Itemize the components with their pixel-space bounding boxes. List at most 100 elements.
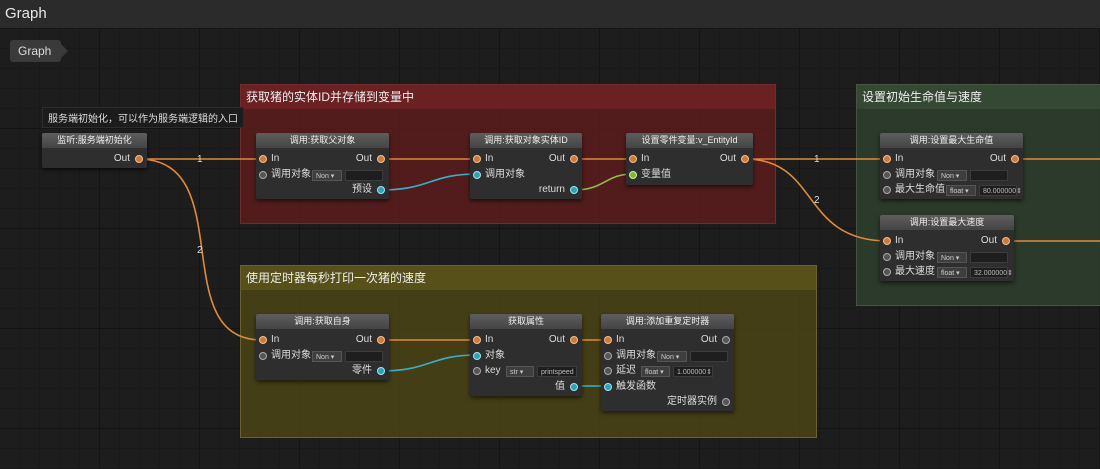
dropdown-value: float xyxy=(645,369,659,376)
data-wire xyxy=(380,173,478,191)
node-add-repeat-timer[interactable]: 调用:添加重复定时器 In Out 调用对象 Non ▾ 延迟 float ▾ … xyxy=(601,314,734,411)
exec-in-pin[interactable] xyxy=(604,336,612,344)
data-out-pin[interactable] xyxy=(377,186,385,194)
delay-field[interactable]: 1.000000⇕ xyxy=(673,366,713,377)
target-pin[interactable] xyxy=(883,253,891,261)
graph-canvas[interactable]: Graph 获取猪的实体ID并存储到变量中 使用定时器每秒打印一次猪的速度 设置… xyxy=(0,29,1100,469)
pin-label: return xyxy=(538,184,565,195)
window-titlebar: Graph xyxy=(0,0,1100,29)
delay-pin[interactable] xyxy=(604,367,612,375)
exec-out-pin[interactable] xyxy=(377,336,385,344)
exec-out-pin[interactable] xyxy=(1011,155,1019,163)
node-set-part-variable[interactable]: 设置零件变量:v_EntityId In Out 变量值 xyxy=(626,133,753,185)
pin-row: In Out xyxy=(626,152,753,166)
data-wire xyxy=(380,354,478,372)
target-dropdown[interactable]: Non ▾ xyxy=(937,252,967,263)
type-dropdown[interactable]: str ▾ xyxy=(506,366,534,377)
target-pin[interactable] xyxy=(883,171,891,179)
exec-out-pin[interactable] xyxy=(377,155,385,163)
pin-label: Out xyxy=(989,153,1006,164)
exec-in-pin[interactable] xyxy=(259,155,267,163)
node-get-entity-id[interactable]: 调用:获取对象实体ID In Out 调用对象 return xyxy=(470,133,582,199)
exec-in-pin[interactable] xyxy=(629,155,637,163)
pin-label: In xyxy=(895,153,904,164)
window-title: Graph xyxy=(5,5,47,22)
exec-out-pin[interactable] xyxy=(135,155,143,163)
target-field[interactable] xyxy=(345,170,383,181)
data-out-pin[interactable] xyxy=(722,398,730,406)
pin-label: Out xyxy=(355,153,372,164)
dropdown-value: Non xyxy=(316,354,329,361)
field-value: 32.000000 xyxy=(974,270,1008,277)
pin-label: Out xyxy=(980,235,997,246)
field-value: 80.000000 xyxy=(983,188,1017,195)
variable-value-pin[interactable] xyxy=(629,171,637,179)
pin-label: 调用对象 xyxy=(895,251,935,262)
exec-out-pin[interactable] xyxy=(722,336,730,344)
pin-row: In Out xyxy=(470,152,582,166)
key-field[interactable]: printspeed xyxy=(537,366,577,377)
node-set-max-speed[interactable]: 调用:设置最大速度 In Out 调用对象 Non ▾ 最大速度 float ▾… xyxy=(880,215,1014,281)
value-field[interactable]: 32.000000⇕ xyxy=(970,267,1013,278)
node-listen-server-init[interactable]: 监听:服务端初始化 Out xyxy=(42,133,147,168)
exec-in-pin[interactable] xyxy=(473,336,481,344)
node-title: 调用:设置最大生命值 xyxy=(880,133,1023,148)
pin-label: 零件 xyxy=(352,365,372,376)
node-get-parent[interactable]: 调用:获取父对象 In Out 调用对象 Non ▾ 预设 xyxy=(256,133,389,199)
pin-row: 零件 xyxy=(256,364,389,378)
exec-out-pin[interactable] xyxy=(741,155,749,163)
dropdown-value: Non xyxy=(661,354,674,361)
pin-label: Out xyxy=(719,153,736,164)
target-dropdown[interactable]: Non ▾ xyxy=(312,170,342,181)
dropdown-value: str xyxy=(510,369,518,376)
func-pin[interactable] xyxy=(604,383,612,391)
pin-row: 触发函数 xyxy=(601,380,734,394)
pin-label: 值 xyxy=(555,381,565,392)
param-pin[interactable] xyxy=(883,268,891,276)
exec-in-pin[interactable] xyxy=(259,336,267,344)
exec-out-pin[interactable] xyxy=(1002,237,1010,245)
exec-out-pin[interactable] xyxy=(570,155,578,163)
type-dropdown[interactable]: float ▾ xyxy=(937,267,967,278)
pin-label: key xyxy=(485,365,501,376)
target-pin[interactable] xyxy=(604,352,612,360)
value-field[interactable]: 80.000000⇕ xyxy=(979,185,1022,196)
exec-out-pin[interactable] xyxy=(570,336,578,344)
data-in-pin[interactable] xyxy=(473,171,481,179)
exec-in-pin[interactable] xyxy=(883,237,891,245)
type-dropdown[interactable]: float ▾ xyxy=(946,185,976,196)
node-set-max-health[interactable]: 调用:设置最大生命值 In Out 调用对象 Non ▾ 最大生命值 float… xyxy=(880,133,1023,199)
pin-label: 延迟 xyxy=(616,365,636,376)
target-dropdown[interactable]: Non ▾ xyxy=(312,351,342,362)
pin-label: Out xyxy=(700,334,717,345)
pin-label: In xyxy=(485,153,494,164)
exec-in-pin[interactable] xyxy=(883,155,891,163)
node-title: 调用:设置最大速度 xyxy=(880,215,1014,230)
pin-label: 对象 xyxy=(485,350,505,361)
pin-row: In Out xyxy=(256,333,389,347)
target-field[interactable] xyxy=(970,252,1008,263)
data-out-pin[interactable] xyxy=(377,367,385,375)
pin-label: Out xyxy=(113,153,130,164)
data-in-pin[interactable] xyxy=(473,352,481,360)
dropdown-value: Non xyxy=(316,173,329,180)
target-dropdown[interactable]: Non ▾ xyxy=(937,170,967,181)
target-field[interactable] xyxy=(345,351,383,362)
param-pin[interactable] xyxy=(883,186,891,194)
node-get-attribute[interactable]: 获取属性 In Out 对象 key str ▾ printspeed 值 xyxy=(470,314,582,396)
data-out-pin[interactable] xyxy=(570,383,578,391)
pin-row: Out xyxy=(42,152,147,166)
wire-label: 1 xyxy=(814,154,820,165)
type-dropdown[interactable]: float ▾ xyxy=(641,366,670,377)
key-pin[interactable] xyxy=(473,367,481,375)
target-dropdown[interactable]: Non ▾ xyxy=(657,351,687,362)
pin-row: In Out xyxy=(880,234,1014,248)
data-out-pin[interactable] xyxy=(570,186,578,194)
target-pin[interactable] xyxy=(259,171,267,179)
target-field[interactable] xyxy=(690,351,728,362)
pin-label: 调用对象 xyxy=(895,169,935,180)
target-pin[interactable] xyxy=(259,352,267,360)
exec-in-pin[interactable] xyxy=(473,155,481,163)
node-get-self[interactable]: 调用:获取自身 In Out 调用对象 Non ▾ 零件 xyxy=(256,314,389,380)
target-field[interactable] xyxy=(970,170,1008,181)
